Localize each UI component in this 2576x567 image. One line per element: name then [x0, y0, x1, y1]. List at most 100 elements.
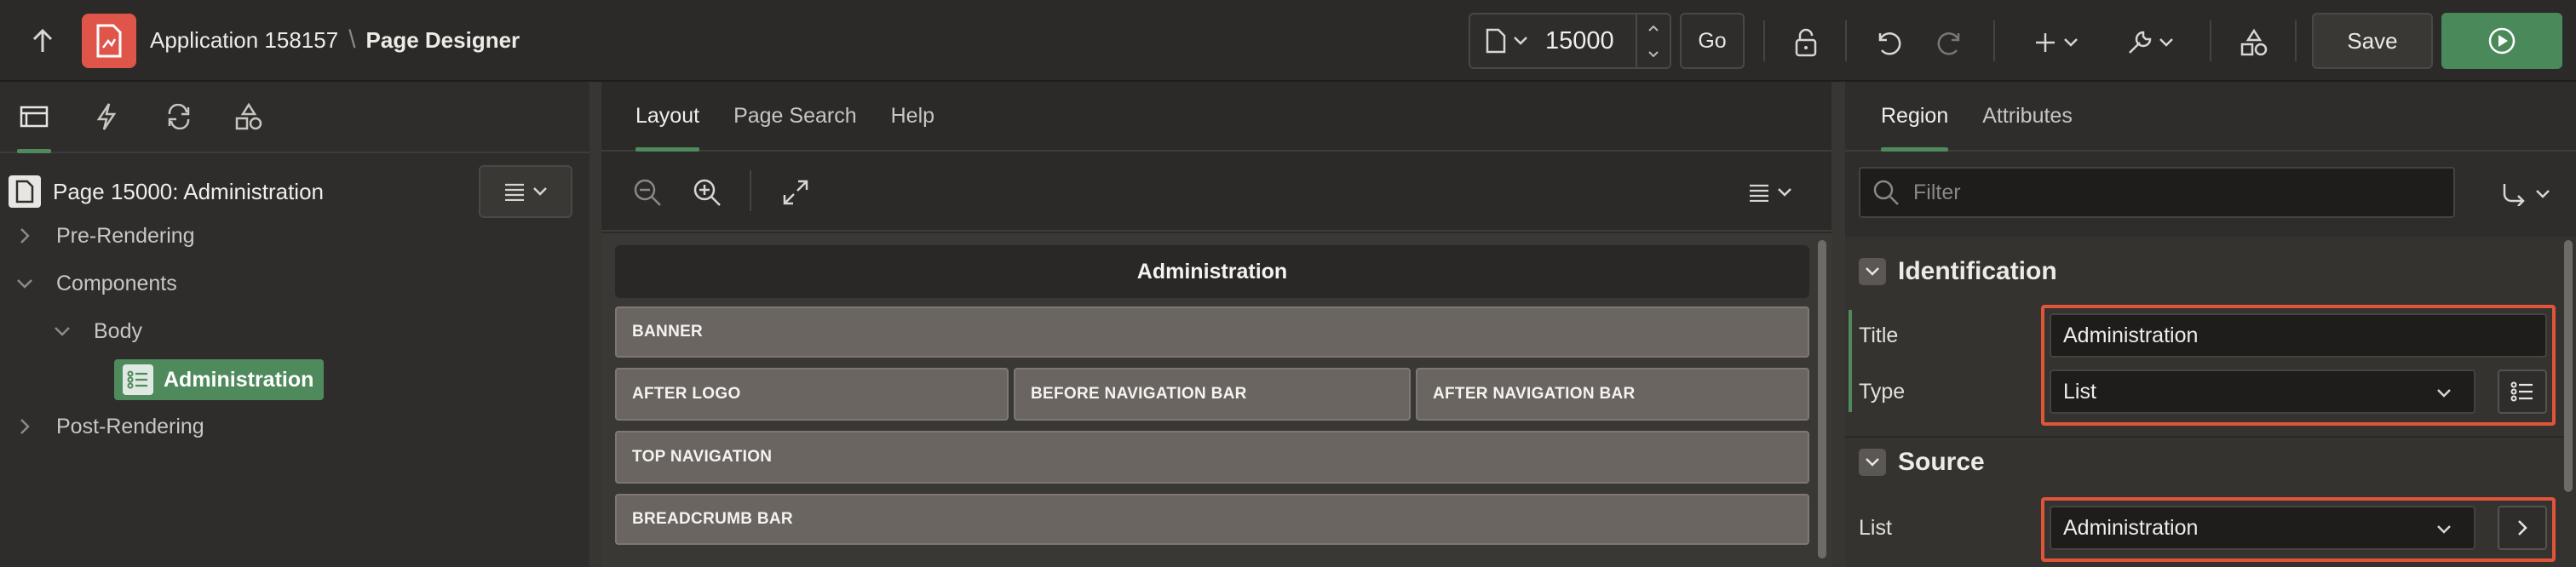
scrollbar[interactable] [2564, 240, 2573, 492]
collapse-toggle-icon[interactable] [1859, 258, 1886, 285]
menu-icon [1750, 184, 1768, 202]
slot-breadcrumb-bar[interactable]: BREADCRUMB BAR [615, 494, 1809, 545]
slot-top-navigation[interactable]: TOP NAVIGATION [615, 431, 1809, 484]
layout-toolbar [601, 153, 1831, 232]
pane-splitter[interactable] [1831, 82, 1845, 567]
toolbar-divider [1845, 20, 1847, 61]
group-heading: Source [1898, 448, 1985, 476]
expand-icon[interactable] [779, 175, 813, 209]
zoom-in-icon[interactable] [690, 175, 724, 209]
page-number-stepper[interactable] [1636, 14, 1670, 67]
up-arrow-icon[interactable] [26, 24, 60, 58]
processing-icon [168, 104, 190, 129]
tree-node-label: Body [94, 318, 142, 343]
rendering-icon [20, 106, 49, 128]
application-link[interactable]: Application 158157 [150, 27, 338, 54]
go-to-group-icon [2503, 184, 2525, 206]
save-button[interactable]: Save [2312, 13, 2433, 69]
center-pane-tabs: Layout Page Search Help [601, 82, 1831, 152]
chevron-down-icon[interactable] [1513, 36, 1528, 46]
page-selector[interactable]: 15000 [1469, 13, 1671, 69]
zoom-out-icon[interactable] [630, 175, 664, 209]
title-label: Title [1859, 324, 1899, 347]
layout-canvas: Administration BANNER AFTER LOGO BEFORE … [601, 233, 1831, 567]
property-editor-tabs: Region Attributes [1845, 82, 2576, 152]
slot-before-navigation-bar[interactable]: BEFORE NAVIGATION BAR [1014, 368, 1411, 421]
application-icon[interactable] [82, 14, 136, 68]
page-tree-root[interactable]: Page 15000: Administration [9, 175, 324, 208]
top-toolbar: Application 158157 \ Page Designer 15000… [0, 0, 2576, 82]
toolbar-divider [1993, 20, 1995, 61]
undo-icon[interactable] [1869, 24, 1906, 61]
filter-placeholder: Filter [1913, 180, 1961, 204]
accent-bar [1849, 310, 1852, 412]
group-source[interactable]: Source [1859, 448, 1985, 477]
tree-menu-button[interactable] [479, 165, 572, 218]
tab-shared-components[interactable] [213, 82, 285, 152]
toolbar-divider [1763, 20, 1765, 61]
lock-page-icon[interactable] [1787, 24, 1825, 61]
tree-node-components[interactable]: Components [12, 271, 177, 296]
tree-node-pre-rendering[interactable]: Pre-Rendering [12, 223, 195, 249]
filter-field[interactable]: Filter [1859, 167, 2455, 218]
utilities-menu-button[interactable] [2119, 24, 2181, 61]
create-menu-button[interactable] [2026, 24, 2087, 61]
redo-icon[interactable] [1932, 24, 1969, 61]
collapse-toggle-icon[interactable] [1859, 449, 1886, 476]
tree-node-post-rendering[interactable]: Post-Rendering [12, 414, 204, 439]
slot-banner[interactable]: BANNER [615, 306, 1809, 358]
breadcrumb-separator: \ [348, 26, 356, 54]
slot-after-logo[interactable]: AFTER LOGO [615, 368, 1009, 421]
stepper-up-icon[interactable] [1647, 24, 1659, 32]
toolbar-divider [2210, 20, 2211, 61]
tree-node-administration-region[interactable]: Administration [114, 359, 324, 400]
breadcrumb: Application 158157 \ Page Designer [150, 26, 520, 54]
tab-region[interactable]: Region [1864, 82, 1965, 152]
chevron-down-icon[interactable] [49, 318, 75, 344]
chevron-down-icon [2536, 190, 2550, 198]
go-button[interactable]: Go [1680, 13, 1745, 69]
chevron-right-icon[interactable] [12, 414, 37, 439]
tree-node-label: Post-Rendering [56, 414, 204, 438]
slot-after-navigation-bar[interactable]: AFTER NAVIGATION BAR [1416, 368, 1809, 421]
chevron-down-icon[interactable] [12, 271, 37, 296]
tab-rendering[interactable] [0, 82, 68, 153]
tab-processing[interactable] [145, 82, 213, 152]
page-name-bar[interactable]: Administration [615, 245, 1809, 298]
wrench-icon [2129, 31, 2152, 54]
list-label: List [1859, 516, 1892, 540]
tree-node-label: Pre-Rendering [56, 223, 195, 248]
run-page-button[interactable] [2441, 13, 2562, 69]
tree-node-body[interactable]: Body [49, 318, 142, 344]
left-pane-tabs [0, 82, 589, 153]
center-pane: Layout Page Search Help Administration B… [601, 82, 1831, 567]
search-icon [1873, 180, 1899, 205]
chevron-down-icon [533, 187, 547, 196]
pane-splitter[interactable] [589, 82, 601, 567]
plus-icon [2036, 33, 2055, 52]
chevron-down-icon [1778, 188, 1791, 197]
shared-components-icon[interactable] [2235, 24, 2273, 61]
page-title: Page 15000: Administration [53, 178, 324, 204]
toolbar-divider [750, 170, 751, 211]
tab-help[interactable]: Help [874, 82, 952, 150]
layout-menu-button[interactable] [1739, 174, 1801, 211]
chevron-down-icon [2159, 38, 2173, 47]
go-to-group-button[interactable] [2496, 175, 2557, 213]
tab-layout[interactable]: Layout [618, 82, 716, 152]
tab-dynamic-actions[interactable] [68, 82, 145, 152]
play-icon [2488, 27, 2516, 54]
chevron-right-icon[interactable] [12, 223, 37, 249]
group-divider [1845, 436, 2564, 438]
tree-node-label: Components [56, 271, 177, 295]
group-identification[interactable]: Identification [1859, 257, 2057, 286]
page-number-input[interactable]: 15000 [1545, 27, 1614, 55]
page-icon [9, 175, 41, 208]
stepper-down-icon[interactable] [1647, 50, 1659, 59]
tab-attributes[interactable]: Attributes [1965, 82, 2090, 150]
group-heading: Identification [1898, 257, 2057, 285]
tab-page-search[interactable]: Page Search [716, 82, 874, 150]
scrollbar[interactable] [1818, 240, 1826, 558]
page-designer-title: Page Designer [365, 26, 520, 53]
type-label: Type [1859, 380, 1906, 404]
